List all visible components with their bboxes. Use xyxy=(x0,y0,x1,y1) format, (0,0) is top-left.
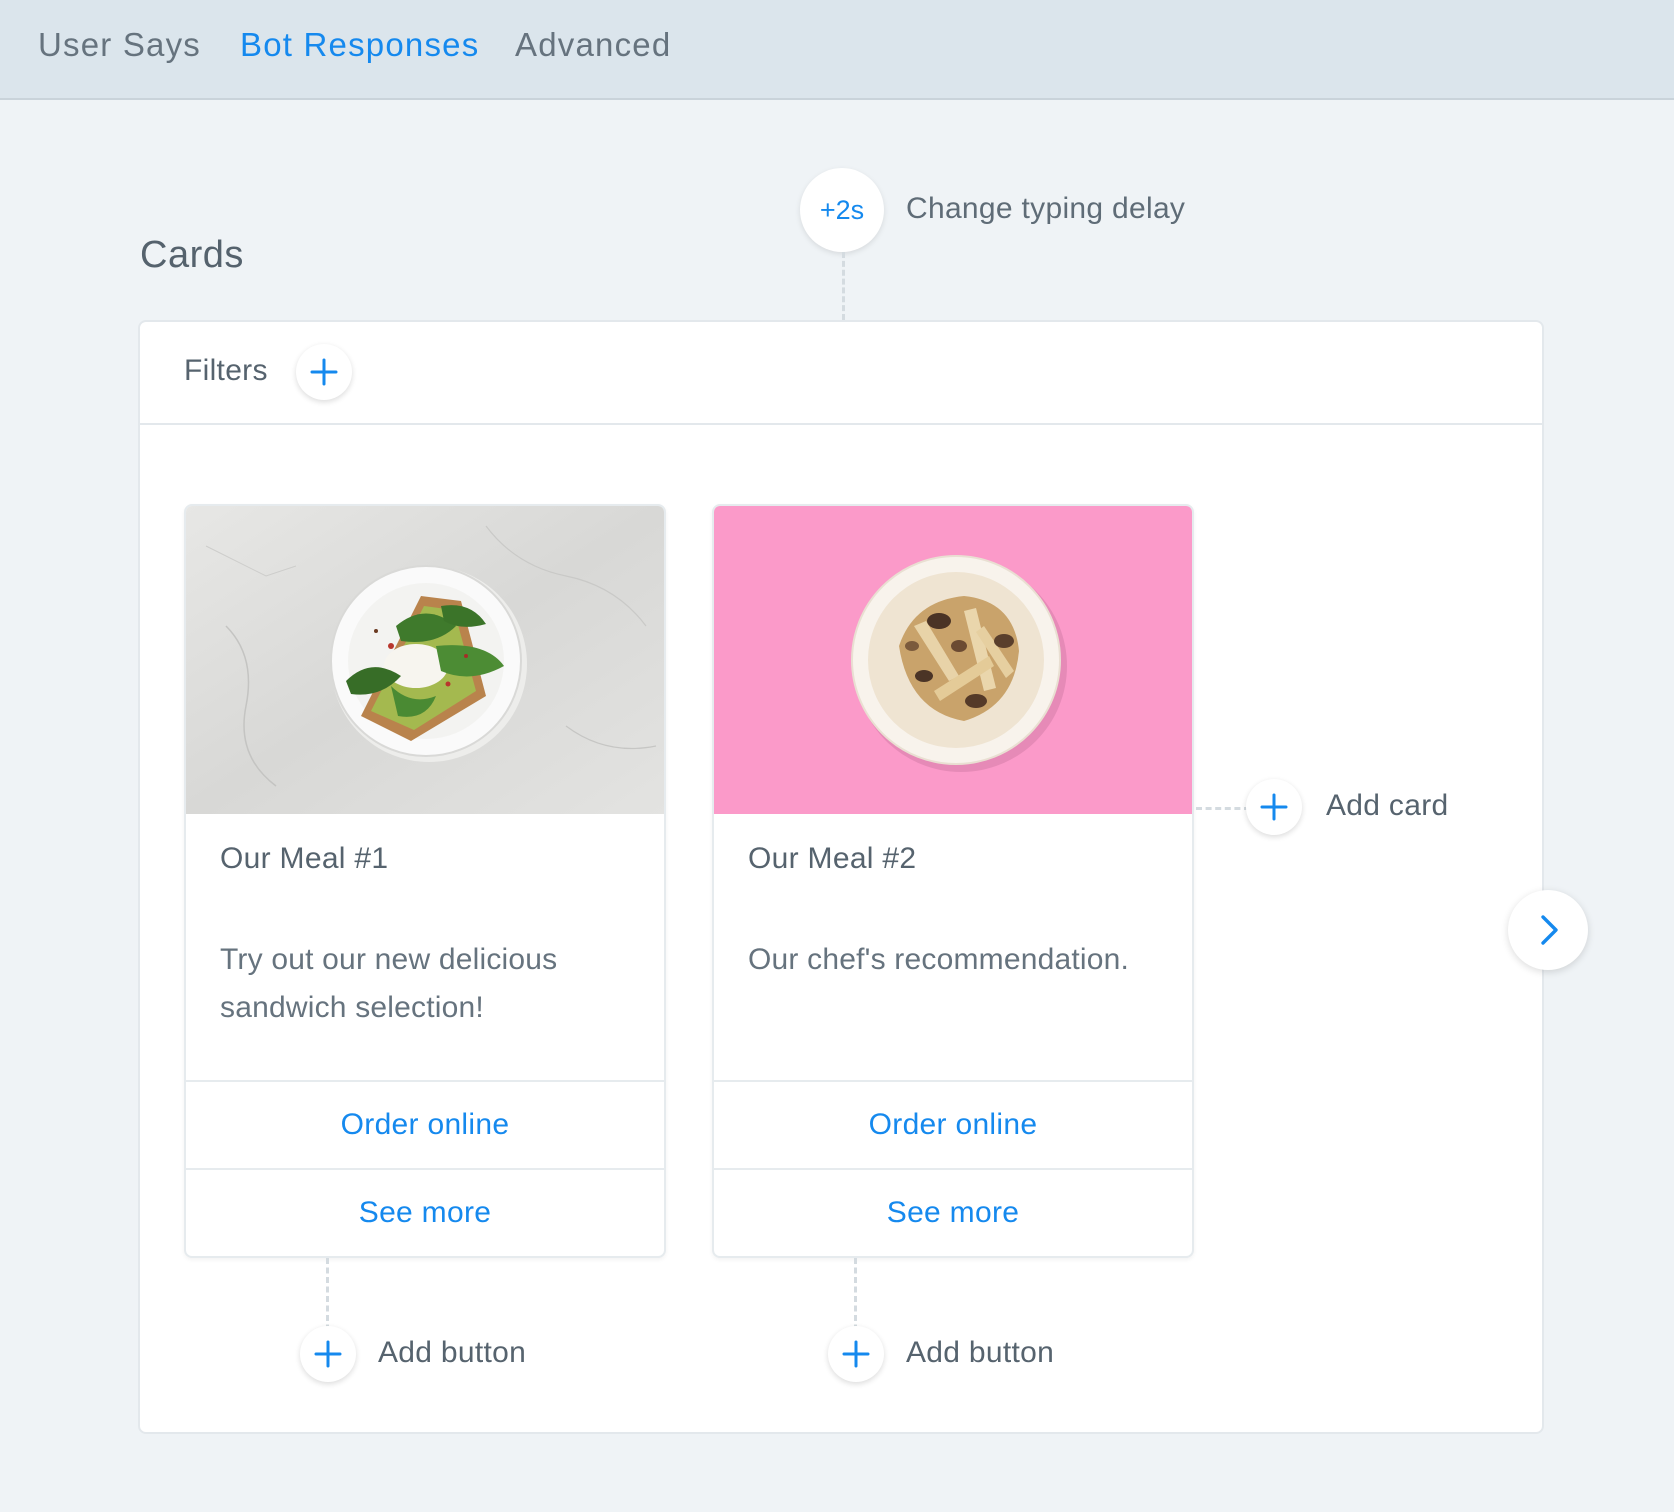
card-meal-2[interactable]: Our Meal #2 Our chef's recommendation. O… xyxy=(712,504,1194,1258)
plus-icon xyxy=(1260,793,1288,821)
filters-label: Filters xyxy=(184,354,268,387)
card-description[interactable]: Try out our new delicious sandwich selec… xyxy=(220,936,640,1032)
typing-delay-button[interactable]: +2s xyxy=(800,168,884,252)
connector-line xyxy=(842,252,845,320)
card-title[interactable]: Our Meal #2 xyxy=(748,842,916,876)
chevron-right-icon xyxy=(1541,915,1558,945)
filters-bar: Filters xyxy=(140,322,1542,425)
add-card-label[interactable]: Add card xyxy=(1326,789,1448,823)
order-online-button[interactable]: Order online xyxy=(186,1080,664,1168)
connector-line xyxy=(1196,807,1250,810)
card-meal-1[interactable]: Our Meal #1 Try out our new delicious sa… xyxy=(184,504,666,1258)
see-more-button[interactable]: See more xyxy=(714,1168,1192,1256)
order-online-button[interactable]: Order online xyxy=(714,1080,1192,1168)
plus-icon xyxy=(842,1340,870,1368)
next-card-button[interactable] xyxy=(1508,890,1588,970)
add-card-button[interactable] xyxy=(1246,779,1302,835)
add-button-button[interactable] xyxy=(828,1326,884,1382)
tab-bar: User Says Bot Responses Advanced xyxy=(0,0,1674,100)
cards-panel: Filters Our Meal #1 Try out our new deli… xyxy=(138,320,1588,1434)
add-button-button[interactable] xyxy=(300,1326,356,1382)
card-title[interactable]: Our Meal #1 xyxy=(220,842,388,876)
tab-bot-responses[interactable]: Bot Responses xyxy=(240,26,479,64)
add-filter-button[interactable] xyxy=(296,344,352,400)
plus-icon xyxy=(310,358,338,386)
tab-user-says[interactable]: User Says xyxy=(38,26,201,64)
card-description[interactable]: Our chef's recommendation. xyxy=(748,936,1168,984)
typing-delay-label[interactable]: Change typing delay xyxy=(906,192,1185,226)
add-button-label[interactable]: Add button xyxy=(906,1336,1054,1370)
card-image xyxy=(714,506,1192,814)
plus-icon xyxy=(314,1340,342,1368)
add-button-label[interactable]: Add button xyxy=(378,1336,526,1370)
section-title: Cards xyxy=(140,234,244,276)
tab-advanced[interactable]: Advanced xyxy=(515,26,671,64)
card-image xyxy=(186,506,664,814)
see-more-button[interactable]: See more xyxy=(186,1168,664,1256)
